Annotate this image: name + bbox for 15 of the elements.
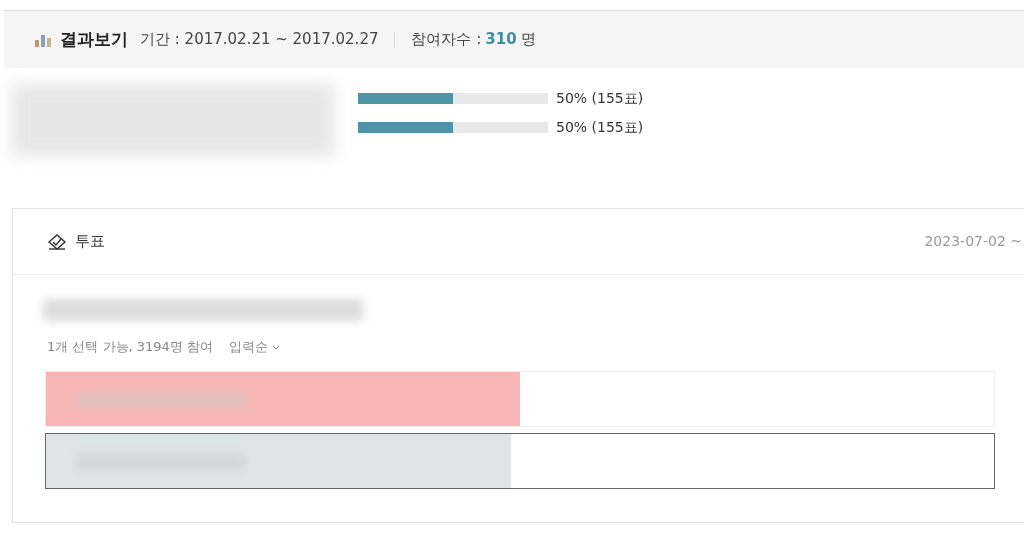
section-title: 결과보기 (60, 27, 128, 51)
poll-title: 투표 (75, 231, 105, 253)
poll-option[interactable] (45, 432, 995, 489)
period-text: 기간 : 2017.02.21 ~ 2017.02.27 (140, 29, 379, 51)
bar-chart-icon (34, 32, 52, 47)
participants-count: 310 (485, 29, 517, 51)
chevron-down-icon (272, 344, 281, 351)
participants-unit: 명 (520, 29, 536, 51)
sort-dropdown[interactable]: 입력순 (229, 337, 281, 357)
result-reading: 50% (155표) (556, 89, 644, 108)
result-reading: 50% (155표) (556, 118, 644, 137)
poll-date: 2023-07-02 ~ (924, 232, 1022, 251)
vote-check-icon (47, 232, 67, 251)
poll-meta: 1개 선택 가능, 3194명 참여 (47, 338, 214, 356)
participants-label: 참여자수 : (411, 29, 482, 51)
